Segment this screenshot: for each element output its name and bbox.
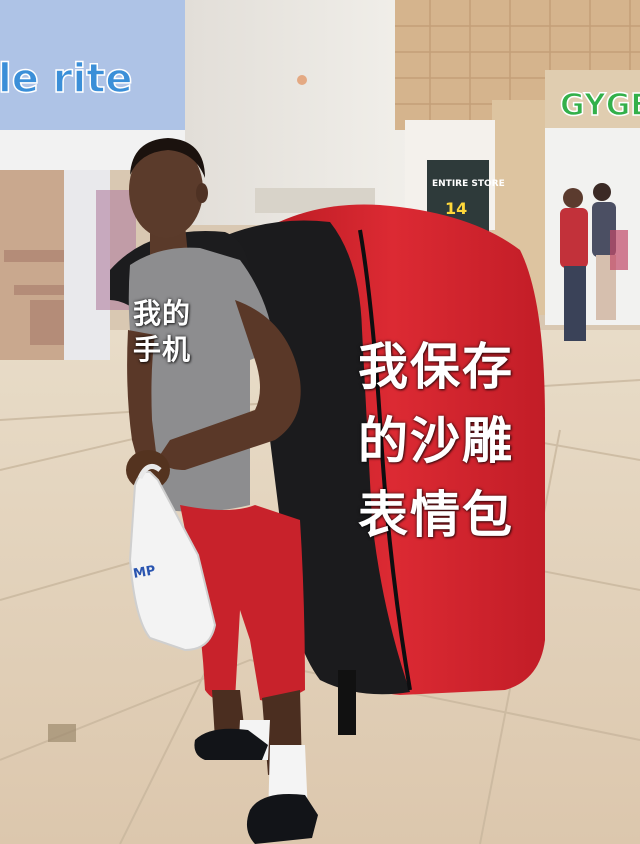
poster-caption: ENTIRE STORE xyxy=(432,179,505,189)
caption-saved-memes: 我保存 的沙雕 表情包 xyxy=(358,338,514,544)
poster-number: 14 xyxy=(445,199,467,218)
store-sign-right: GYGEO xyxy=(560,88,640,123)
mall-scene-photo: le rite GYGEO ENTIRE STORE 14 xyxy=(0,0,640,844)
person-ear xyxy=(196,183,208,203)
backpack-bottom-strap xyxy=(338,670,356,735)
meme-image: le rite GYGEO ENTIRE STORE 14 xyxy=(0,0,640,844)
wall-light xyxy=(297,75,307,85)
floor-vent xyxy=(48,724,76,742)
store-sign-left: le rite xyxy=(0,56,132,102)
caption-my-phone: 我的 手机 xyxy=(133,297,192,366)
